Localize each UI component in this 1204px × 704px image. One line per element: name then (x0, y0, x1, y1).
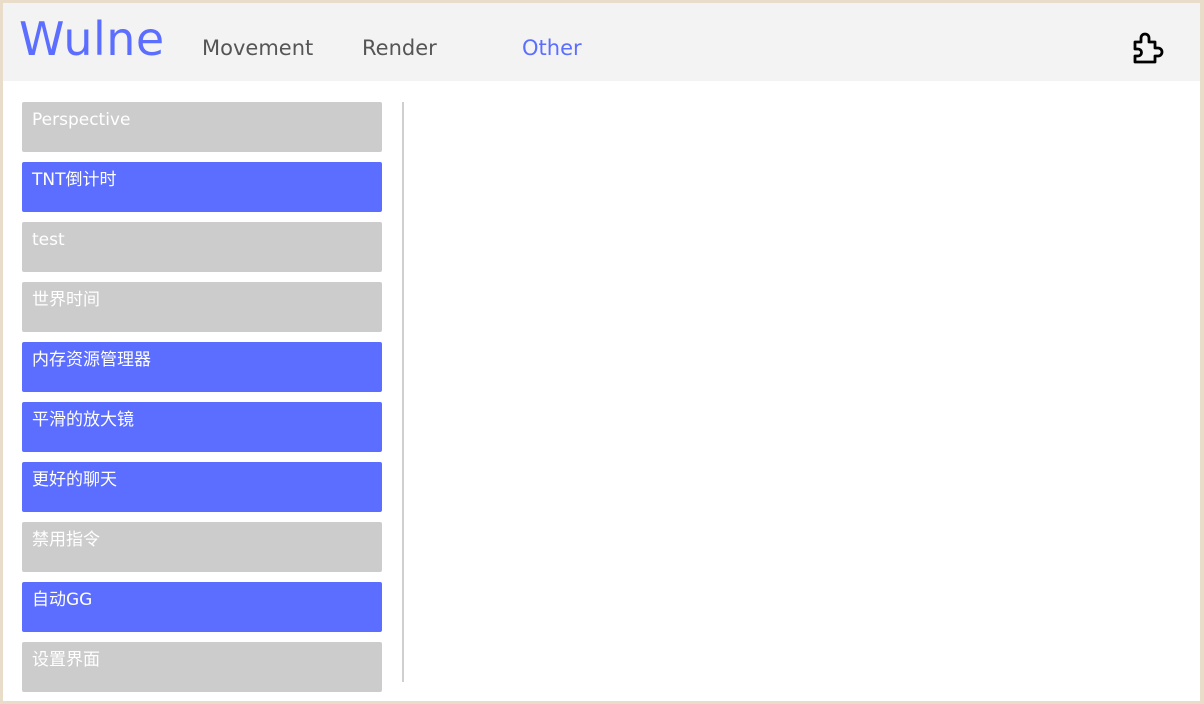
module-tnt-countdown[interactable]: TNT倒计时 (22, 162, 382, 212)
tab-other[interactable]: Other (522, 31, 582, 65)
module-settings-ui[interactable]: 设置界面 (22, 642, 382, 692)
module-label: Perspective (32, 110, 131, 130)
module-better-chat[interactable]: 更好的聊天 (22, 462, 382, 512)
module-label: 禁用指令 (32, 530, 100, 550)
module-label: 设置界面 (32, 650, 100, 670)
module-disable-commands[interactable]: 禁用指令 (22, 522, 382, 572)
puzzle-icon (1133, 32, 1164, 64)
client-gui-window: Wulne Movement Render Other Perspective … (3, 3, 1200, 701)
top-bar: Wulne Movement Render Other (3, 3, 1200, 81)
module-world-time[interactable]: 世界时间 (22, 282, 382, 332)
module-label: 更好的聊天 (32, 470, 117, 490)
module-auto-gg[interactable]: 自动GG (22, 582, 382, 632)
tab-movement[interactable]: Movement (202, 31, 313, 65)
module-perspective[interactable]: Perspective (22, 102, 382, 152)
module-label: 平滑的放大镜 (32, 410, 134, 430)
module-label: 自动GG (32, 590, 93, 610)
module-label: test (32, 230, 65, 250)
module-settings-panel (413, 102, 1183, 682)
app-logo: Wulne (19, 12, 165, 66)
panel-divider (402, 102, 404, 682)
module-test[interactable]: test (22, 222, 382, 272)
module-label: 世界时间 (32, 290, 100, 310)
module-smooth-zoom[interactable]: 平滑的放大镜 (22, 402, 382, 452)
module-memory-resource-manager[interactable]: 内存资源管理器 (22, 342, 382, 392)
module-list: Perspective TNT倒计时 test 世界时间 内存资源管理器 平滑的… (22, 102, 382, 701)
plugin-button[interactable] (1129, 29, 1167, 67)
tab-render[interactable]: Render (362, 31, 437, 65)
module-label: TNT倒计时 (32, 170, 117, 190)
module-label: 内存资源管理器 (32, 350, 151, 370)
